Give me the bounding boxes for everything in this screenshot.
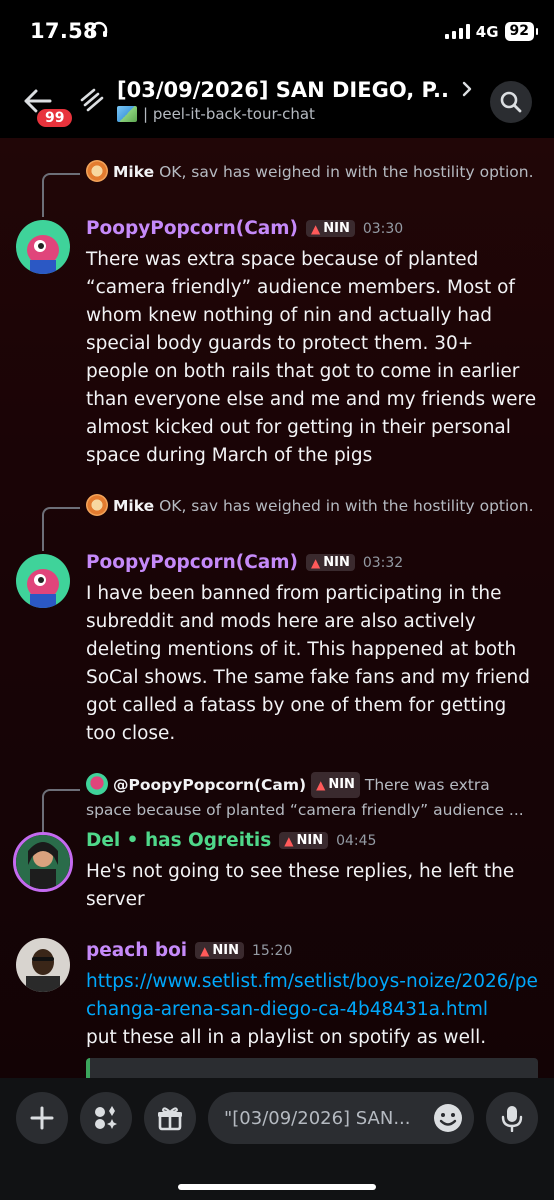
message-input-wrapper	[208, 1092, 474, 1144]
channel-title[interactable]: [03/09/2026] SAN DIEGO, P...	[117, 78, 447, 102]
flame-icon: ▲	[311, 221, 321, 236]
status-time: 17.58	[30, 19, 98, 43]
chevron-right-icon[interactable]	[460, 80, 474, 98]
reply-connector	[42, 507, 80, 551]
reply-role-tag: ▲ NIN	[311, 772, 360, 798]
apps-button[interactable]	[80, 1092, 132, 1144]
message-header: PoopyPopcorn(Cam) ▲ NIN 03:32	[86, 552, 403, 573]
timestamp: 04:45	[336, 832, 377, 849]
apps-icon	[95, 1106, 117, 1129]
signal-icon	[444, 24, 470, 39]
channel-name: | peel-it-back-tour-chat	[143, 105, 315, 123]
reply-text: OK, sav has weighed in with the hostilit…	[159, 497, 534, 515]
voice-button[interactable]	[486, 1092, 538, 1144]
reply-text: OK, sav has weighed in with the hostilit…	[159, 163, 534, 181]
reply-avatar	[86, 160, 108, 182]
flame-icon: ▲	[284, 833, 294, 848]
timestamp: 15:20	[252, 942, 293, 959]
author-name[interactable]: PoopyPopcorn(Cam)	[86, 552, 298, 573]
thread-icon	[80, 88, 104, 112]
avatar[interactable]	[13, 832, 73, 892]
plus-icon	[30, 1106, 54, 1130]
reply-preview[interactable]: Mike OK, sav has weighed in with the hos…	[86, 160, 538, 184]
role-tag[interactable]: ▲ NIN	[195, 942, 244, 959]
reply-connector	[42, 789, 80, 833]
avatar[interactable]	[16, 938, 70, 992]
reply-avatar	[86, 494, 108, 516]
message-text: put these all in a playlist on spotify a…	[86, 1027, 487, 1048]
reply-preview[interactable]: Mike OK, sav has weighed in with the hos…	[86, 494, 538, 518]
reply-connector	[42, 173, 80, 217]
setlist-link[interactable]: https://www.setlist.fm/setlist/boys-noiz…	[86, 971, 538, 1020]
gift-button[interactable]	[144, 1092, 196, 1144]
status-bar: 17.58 4G 92	[0, 0, 554, 66]
role-tag[interactable]: ▲ NIN	[279, 832, 329, 849]
role-tag[interactable]: ▲ NIN	[306, 554, 355, 571]
channel-subtitle[interactable]: | peel-it-back-tour-chat	[117, 105, 315, 123]
reply-avatar	[86, 773, 108, 795]
author-name[interactable]: peach boi	[86, 940, 187, 961]
flame-icon: ▲	[311, 555, 321, 570]
role-tag[interactable]: ▲ NIN	[306, 220, 355, 237]
message-body: https://www.setlist.fm/setlist/boys-noiz…	[86, 968, 540, 1052]
flame-icon: ▲	[200, 943, 210, 958]
timestamp: 03:32	[362, 554, 404, 571]
search-icon	[500, 91, 522, 113]
avatar[interactable]	[16, 554, 70, 608]
author-name[interactable]: PoopyPopcorn(Cam)	[86, 218, 298, 239]
author-name[interactable]: Del • has Ogreitis	[86, 830, 271, 851]
unread-badge: 99	[35, 107, 75, 129]
channel-header: 99 [03/09/2026] SAN DIEGO, P... | peel-i…	[0, 66, 554, 138]
headphones-icon	[90, 21, 108, 37]
message-text: There was extra space because of planted…	[86, 249, 537, 466]
reply-author: @PoopyPopcorn(Cam)	[113, 776, 307, 794]
message-header: peach boi ▲ NIN 15:20	[86, 940, 292, 961]
message-header: Del • has Ogreitis ▲ NIN 04:45	[86, 830, 376, 851]
microphone-icon	[501, 1106, 523, 1132]
search-button[interactable]	[490, 81, 532, 123]
timestamp: 03:30	[362, 220, 404, 237]
reply-author: Mike	[113, 497, 155, 515]
emoji-icon[interactable]	[432, 1102, 464, 1134]
map-emoji-icon	[117, 106, 137, 122]
composer-bar	[0, 1078, 554, 1200]
message-text: He's not going to see these replies, he …	[86, 861, 515, 910]
reply-preview[interactable]: @PoopyPopcorn(Cam) ▲ NIN There was extra …	[86, 772, 538, 824]
reply-author: Mike	[113, 163, 155, 181]
avatar[interactable]	[16, 220, 70, 274]
message-input[interactable]	[224, 1092, 424, 1144]
add-button[interactable]	[16, 1092, 68, 1144]
network-type: 4G	[475, 22, 499, 41]
battery-icon: 92	[504, 22, 539, 41]
message-text: I have been banned from participating in…	[86, 583, 530, 744]
message-list[interactable]: Mike OK, sav has weighed in with the hos…	[0, 138, 554, 1078]
message-header: PoopyPopcorn(Cam) ▲ NIN 03:30	[86, 218, 403, 239]
status-right: 4G 92	[444, 22, 539, 41]
gift-icon	[158, 1107, 182, 1131]
link-embed[interactable]	[86, 1058, 538, 1078]
home-indicator	[178, 1184, 376, 1190]
